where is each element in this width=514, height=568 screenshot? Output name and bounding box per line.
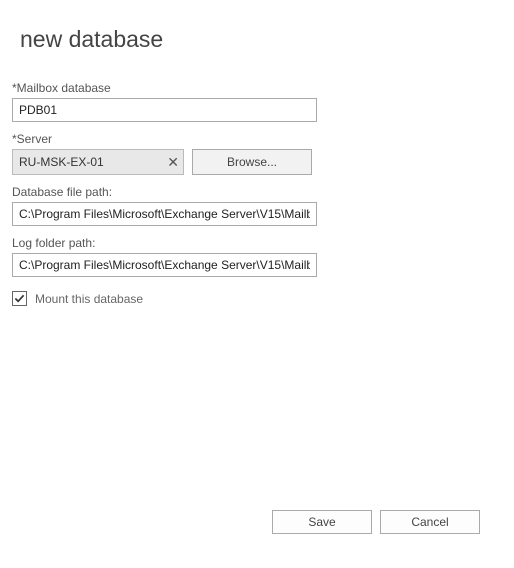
dbpath-field-block: Database file path: (12, 185, 502, 226)
mount-checkbox-label: Mount this database (35, 292, 143, 306)
logpath-field-block: Log folder path: (12, 236, 502, 277)
logpath-label: Log folder path: (12, 236, 502, 250)
database-file-path-input[interactable] (12, 202, 317, 226)
server-label: *Server (12, 132, 502, 146)
mailbox-field-block: *Mailbox database (12, 81, 502, 122)
mailbox-database-input[interactable] (12, 98, 317, 122)
form-area: *Mailbox database *Server RU-MSK-EX-01 ✕… (0, 53, 514, 306)
checkmark-icon (14, 293, 25, 304)
footer-buttons: Save Cancel (272, 510, 480, 534)
server-display[interactable]: RU-MSK-EX-01 ✕ (12, 149, 184, 175)
server-row: RU-MSK-EX-01 ✕ Browse... (12, 149, 502, 175)
clear-server-icon[interactable]: ✕ (167, 155, 179, 169)
server-value: RU-MSK-EX-01 (19, 155, 104, 169)
server-field-block: *Server RU-MSK-EX-01 ✕ Browse... (12, 132, 502, 175)
browse-button[interactable]: Browse... (192, 149, 312, 175)
cancel-button[interactable]: Cancel (380, 510, 480, 534)
dbpath-label: Database file path: (12, 185, 502, 199)
mount-checkbox[interactable] (12, 291, 27, 306)
mailbox-label: *Mailbox database (12, 81, 502, 95)
log-folder-path-input[interactable] (12, 253, 317, 277)
page-title: new database (0, 0, 514, 53)
save-button[interactable]: Save (272, 510, 372, 534)
mount-checkbox-row: Mount this database (12, 291, 502, 306)
